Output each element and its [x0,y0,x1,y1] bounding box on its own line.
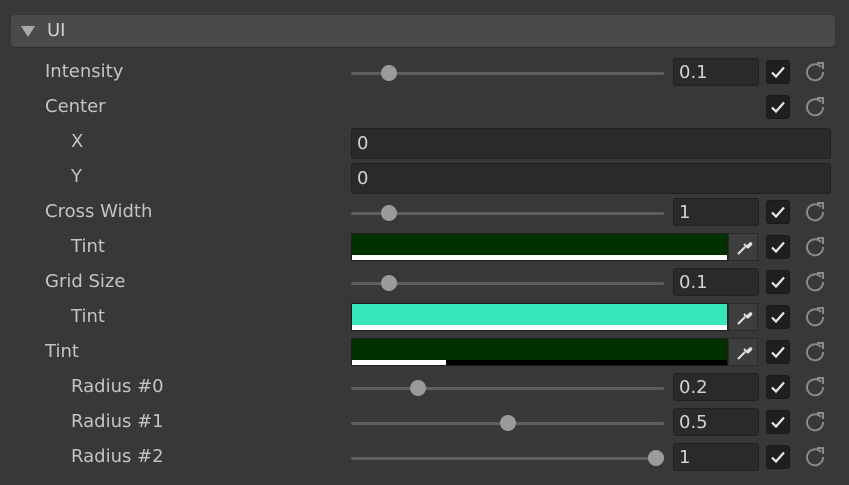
row-x: X 0 [0,126,849,161]
reset-icon[interactable] [804,305,826,327]
label-tint: Tint [45,341,79,362]
check-icon [771,66,785,79]
slider-track-grid-size[interactable] [351,282,664,285]
override-checkbox-cross-width[interactable] [766,200,790,224]
slider-track-intensity[interactable] [351,72,664,75]
slider-thumb-grid-size[interactable] [380,275,397,291]
label-center: Center [45,96,106,117]
reset-icon[interactable] [804,235,826,257]
check-icon [771,276,785,289]
value-field-radius-2[interactable]: 1 [673,443,759,471]
value-text-intensity: 0.1 [679,62,708,83]
label-cross-tint: Tint [71,236,105,257]
row-radius-1: Radius #1 0.5 [0,406,849,441]
value-field-y[interactable]: 0 [351,163,831,194]
check-icon [771,416,785,429]
reset-icon[interactable] [804,270,826,292]
color-swatch [352,234,727,256]
eyedropper-button-grid-tint[interactable] [728,303,758,331]
slider-track-radius-0[interactable] [351,387,664,390]
value-text-cross-width: 1 [679,202,691,223]
reset-icon[interactable] [804,340,826,362]
slider-thumb-radius-1[interactable] [499,415,516,431]
slider-track-radius-2[interactable] [351,457,664,460]
row-cross-tint: Tint [0,231,849,266]
row-y: Y 0 [0,161,849,196]
value-text-y: 0 [357,168,369,189]
section-title: UI [47,20,66,41]
override-checkbox-cross-tint[interactable] [766,235,790,259]
label-y: Y [71,166,82,187]
row-center: Center [0,91,849,126]
row-intensity: Intensity 0.1 [0,56,849,91]
eyedropper-icon [737,347,753,360]
color-field-tint[interactable] [351,338,728,366]
value-field-radius-1[interactable]: 0.5 [673,408,759,436]
check-icon [771,241,785,254]
reset-icon[interactable] [804,410,826,432]
label-radius-2: Radius #2 [71,446,164,467]
value-text-x: 0 [357,133,369,154]
override-checkbox-radius-2[interactable] [766,445,790,469]
slider-thumb-radius-0[interactable] [410,380,427,396]
eyedropper-icon [737,312,753,325]
row-grid-size: Grid Size 0.1 [0,266,849,301]
label-grid-tint: Tint [71,306,105,327]
check-icon [771,311,785,324]
alpha-bar [352,255,727,260]
label-radius-1: Radius #1 [71,411,164,432]
value-field-cross-width[interactable]: 1 [673,198,759,226]
value-text-radius-0: 0.2 [679,377,708,398]
override-checkbox-intensity[interactable] [766,60,790,84]
check-icon [771,451,785,464]
label-intensity: Intensity [45,61,124,82]
row-radius-2: Radius #2 1 [0,441,849,476]
row-cross-width: Cross Width 1 [0,196,849,231]
check-icon [771,101,785,114]
value-text-grid-size: 0.1 [679,272,708,293]
slider-thumb-intensity[interactable] [380,65,397,81]
reset-icon[interactable] [804,445,826,467]
label-grid-size: Grid Size [45,271,126,292]
reset-icon[interactable] [804,60,826,82]
eyedropper-button-cross-tint[interactable] [728,233,758,261]
value-field-radius-0[interactable]: 0.2 [673,373,759,401]
override-checkbox-center[interactable] [766,95,790,119]
check-icon [771,381,785,394]
alpha-bar [352,325,727,330]
value-text-radius-1: 0.5 [679,412,708,433]
slider-thumb-cross-width[interactable] [380,205,397,221]
label-radius-0: Radius #0 [71,376,164,397]
label-cross-width: Cross Width [45,201,153,222]
reset-icon[interactable] [804,375,826,397]
section-header-ui[interactable]: UI [11,15,835,48]
label-x: X [71,131,84,152]
color-field-cross-tint[interactable] [351,233,728,261]
row-radius-0: Radius #0 0.2 [0,371,849,406]
row-grid-tint: Tint [0,301,849,336]
value-text-radius-2: 1 [679,447,691,468]
eyedropper-button-tint[interactable] [728,338,758,366]
slider-thumb-radius-2[interactable] [648,450,664,466]
override-checkbox-grid-tint[interactable] [766,305,790,329]
value-field-grid-size[interactable]: 0.1 [673,268,759,296]
eyedropper-icon [737,242,753,255]
triangle-down-icon[interactable] [21,26,35,37]
reset-icon[interactable] [804,200,826,222]
override-checkbox-grid-size[interactable] [766,270,790,294]
override-checkbox-tint[interactable] [766,340,790,364]
check-icon [771,346,785,359]
color-swatch [352,304,727,326]
override-checkbox-radius-0[interactable] [766,375,790,399]
value-field-x[interactable]: 0 [351,128,831,159]
alpha-bar [352,360,446,365]
color-field-grid-tint[interactable] [351,303,728,331]
value-field-intensity[interactable]: 0.1 [673,58,759,86]
override-checkbox-radius-1[interactable] [766,410,790,434]
slider-track-cross-width[interactable] [351,212,664,215]
row-tint: Tint [0,336,849,371]
color-swatch [352,339,727,361]
check-icon [771,206,785,219]
reset-icon[interactable] [804,95,826,117]
